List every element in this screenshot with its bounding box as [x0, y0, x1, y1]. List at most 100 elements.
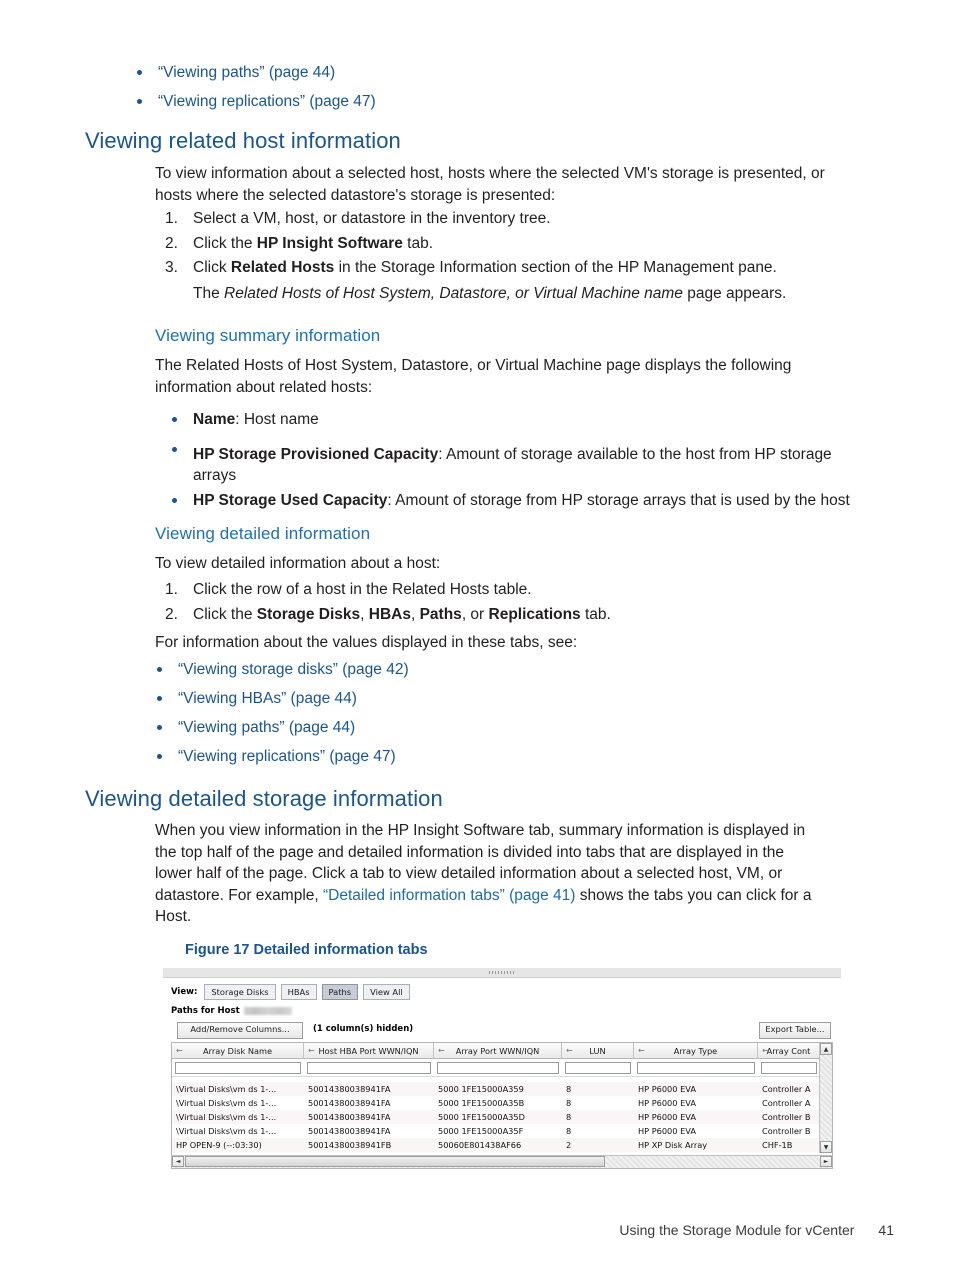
bullet-term: HP Storage Provisioned Capacity: [193, 446, 439, 463]
link-text[interactable]: “Viewing paths” (page 44): [178, 719, 355, 736]
view-button-view-all[interactable]: View All: [363, 984, 410, 1000]
cell-array-type: HP P6000 EVA: [638, 1126, 696, 1136]
footer-text: Using the Storage Module for vCenter: [619, 1222, 855, 1238]
step-text-bold: Related Hosts: [230, 259, 335, 276]
column-header-host-hba-port[interactable]: ← Host HBA Port WWN/IQN: [304, 1043, 434, 1058]
sort-arrow-icon[interactable]: ←: [762, 1046, 769, 1055]
view-button-storage-disks[interactable]: Storage Disks: [204, 984, 276, 1000]
filter-cell-array-type[interactable]: [634, 1059, 758, 1076]
step-text-prefix: Click the: [193, 605, 257, 623]
filter-input[interactable]: [565, 1061, 631, 1074]
step-text-suffix: tab.: [402, 234, 434, 252]
hidden-columns-note: (1 column(s) hidden): [313, 1024, 414, 1034]
column-header-lun[interactable]: ← LUN: [562, 1043, 634, 1058]
bullet-term: Name: [193, 411, 236, 428]
cell-array-controller: Controller A: [762, 1084, 811, 1094]
link-text[interactable]: “Viewing replications” (page 47): [178, 748, 396, 765]
cell-lun: 8: [566, 1126, 572, 1136]
view-button-hbas[interactable]: HBAs: [280, 984, 317, 1000]
filter-input[interactable]: [437, 1061, 559, 1074]
sort-arrow-icon[interactable]: ←: [566, 1046, 573, 1055]
link-text[interactable]: “Viewing replications” (page 47): [158, 93, 376, 110]
list-item[interactable]: “Viewing paths” (page 44): [120, 58, 880, 87]
sep: ,: [410, 605, 420, 623]
step-text-prefix: Click the: [193, 234, 257, 252]
filter-cell-array-disk-name[interactable]: [172, 1059, 304, 1076]
filter-cell-array-port[interactable]: [434, 1059, 562, 1076]
section2-paragraph: When you view information in the HP Insi…: [155, 820, 915, 928]
bullet-desc: : Amount of storage available to the hos…: [438, 446, 832, 463]
link-text[interactable]: “Viewing HBAs” (page 44): [178, 690, 357, 707]
table-row[interactable]: HP OPEN-9 (--:03:30) 50014380038941FB 50…: [172, 1138, 832, 1152]
splitter-bar[interactable]: [163, 968, 841, 978]
sep: tab.: [580, 605, 611, 623]
cell-array-port: 5000 1FE15000A359: [438, 1084, 524, 1094]
cell-host-hba-port: 50014380038941FA: [308, 1098, 391, 1108]
export-table-button[interactable]: Export Table...: [759, 1022, 831, 1039]
view-toolbar: View: Storage Disks HBAs Paths View All: [171, 984, 410, 1000]
cell-array-type: HP XP Disk Array: [638, 1140, 708, 1150]
table-row[interactable]: \Virtual Disks\vm ds 1-... 5001438003894…: [172, 1082, 832, 1096]
list-item[interactable]: “Viewing paths” (page 44): [140, 713, 900, 742]
sort-arrow-icon[interactable]: ←: [308, 1046, 315, 1055]
table-toolbar: Add/Remove Columns... (1 column(s) hidde…: [173, 1022, 831, 1039]
bullet-term: HP Storage Used Capacity: [193, 492, 388, 509]
cell-array-disk-name: \Virtual Disks\vm ds 1-...: [176, 1126, 277, 1136]
cell-host-hba-port: 50014380038941FB: [308, 1140, 392, 1150]
table-row[interactable]: \Virtual Disks\vm ds 1-... 5001438003894…: [172, 1124, 832, 1138]
step-number: 3.: [165, 259, 178, 276]
filter-cell-host-hba-port[interactable]: [304, 1059, 434, 1076]
bullet-desc-wrap: arrays: [193, 467, 237, 484]
filter-input[interactable]: [175, 1061, 301, 1074]
list-item[interactable]: “Viewing replications” (page 47): [140, 742, 900, 771]
para-line3: lower half of the page. Click a tab to v…: [155, 865, 783, 882]
sort-arrow-icon[interactable]: ←: [438, 1046, 445, 1055]
cell-array-type: HP P6000 EVA: [638, 1098, 696, 1108]
list-item[interactable]: “Viewing HBAs” (page 44): [140, 684, 900, 713]
step-text-prefix: Click: [193, 259, 231, 276]
column-header-label: Array Cont: [766, 1045, 811, 1056]
scroll-right-icon[interactable]: ►: [820, 1156, 832, 1167]
filter-input[interactable]: [637, 1061, 755, 1074]
column-header-array-port[interactable]: ← Array Port WWN/IQN: [434, 1043, 562, 1058]
sep: ,: [360, 605, 369, 623]
scroll-left-icon[interactable]: ◄: [172, 1156, 184, 1167]
list-item[interactable]: “Viewing storage disks” (page 42): [140, 655, 900, 684]
filter-cell-array-controller[interactable]: [758, 1059, 820, 1076]
paths-for-host-label: Paths for Host: [171, 1006, 240, 1016]
table-row[interactable]: \Virtual Disks\vm ds 1-... 5001438003894…: [172, 1096, 832, 1110]
horizontal-scrollbar[interactable]: ◄ ►: [172, 1155, 832, 1168]
tab-name-storage-disks: Storage Disks: [256, 605, 361, 623]
vertical-scrollbar[interactable]: ▲ ▼: [819, 1043, 832, 1153]
filter-cell-lun[interactable]: [562, 1059, 634, 1076]
add-remove-columns-button[interactable]: Add/Remove Columns...: [177, 1022, 303, 1039]
link-text[interactable]: “Viewing storage disks” (page 42): [178, 661, 409, 678]
step-item: 1. Select a VM, host, or datastore in th…: [155, 207, 915, 232]
link-text[interactable]: “Viewing paths” (page 44): [158, 64, 335, 81]
column-header-label: Array Port WWN/IQN: [455, 1045, 540, 1056]
filter-input[interactable]: [761, 1061, 817, 1074]
cell-array-disk-name: HP OPEN-9 (--:03:30): [176, 1140, 262, 1150]
column-header-array-controller[interactable]: ← Array Cont: [758, 1043, 820, 1058]
column-header-array-disk-name[interactable]: ← Array Disk Name: [172, 1043, 304, 1058]
step-item: 2. Click the Storage Disks, HBAs, Paths,…: [155, 603, 915, 628]
table-row[interactable]: \Virtual Disks\vm ds 1-... 5001438003894…: [172, 1110, 832, 1124]
splitter-grip-icon[interactable]: [489, 971, 515, 974]
top-link-list: “Viewing paths” (page 44) “Viewing repli…: [120, 58, 880, 116]
figure-screenshot: View: Storage Disks HBAs Paths View All …: [163, 968, 841, 1186]
scroll-up-icon[interactable]: ▲: [820, 1043, 832, 1055]
result-prefix: The: [193, 285, 225, 302]
sort-arrow-icon[interactable]: ←: [638, 1046, 645, 1055]
step-item: 3. Click Related Hosts in the Storage In…: [155, 256, 915, 281]
list-item[interactable]: “Viewing replications” (page 47): [120, 87, 880, 116]
column-header-array-type[interactable]: ← Array Type: [634, 1043, 758, 1058]
sort-arrow-icon[interactable]: ←: [176, 1046, 183, 1055]
detailed-information-tabs-link[interactable]: “Detailed information tabs” (page 41): [323, 887, 575, 904]
cell-array-controller: Controller B: [762, 1126, 811, 1136]
cell-array-port: 5000 1FE15000A35D: [438, 1112, 525, 1122]
horizontal-scrollbar-thumb[interactable]: [185, 1156, 605, 1167]
filter-input[interactable]: [307, 1061, 431, 1074]
view-button-paths[interactable]: Paths: [321, 984, 359, 1000]
step-number: 1.: [165, 581, 178, 598]
scroll-down-icon[interactable]: ▼: [820, 1141, 832, 1153]
